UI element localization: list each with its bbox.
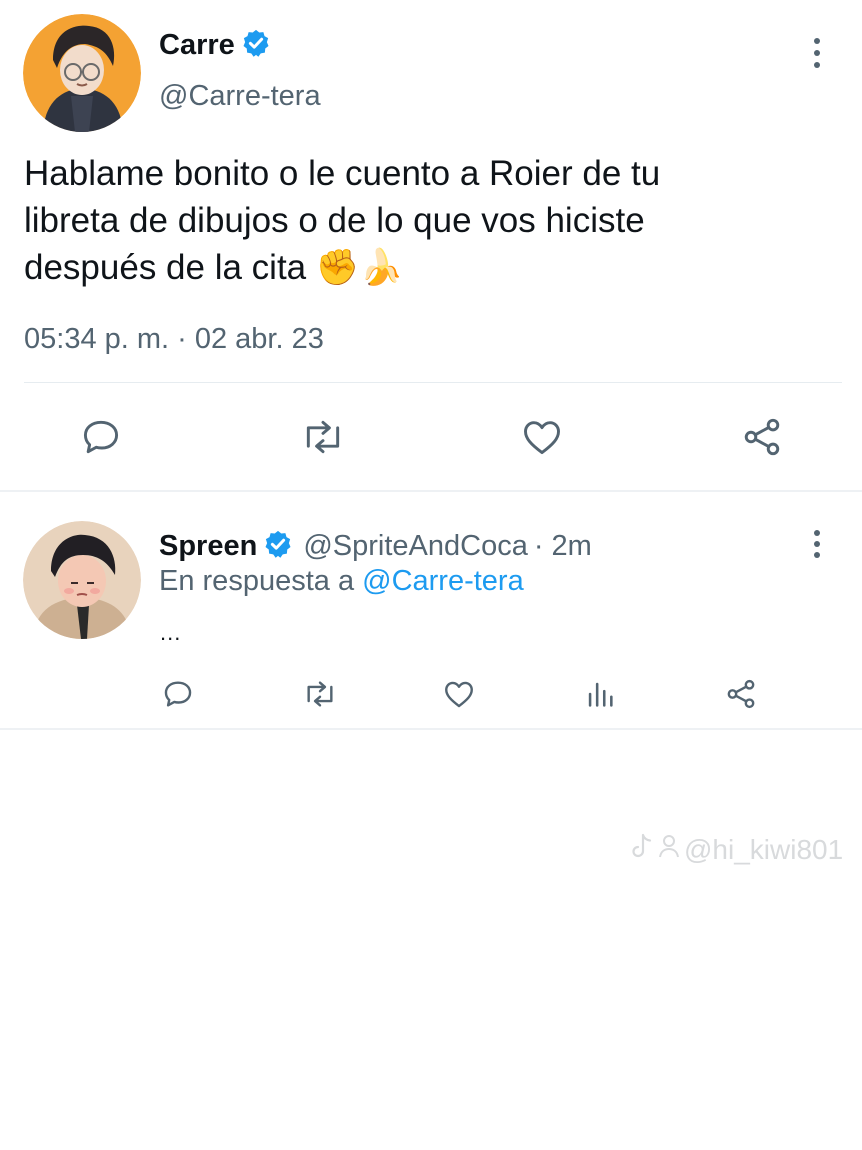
more-options-icon[interactable] [813,38,821,68]
retweet-icon[interactable] [298,414,348,460]
like-icon[interactable] [441,676,477,712]
verified-badge-icon [241,28,271,63]
tweet-text-line-1: Hablame bonito o le cuento a Roier de tu [24,154,661,193]
retweet-icon[interactable] [300,676,340,712]
reply-icon[interactable] [78,414,124,460]
replying-to-prefix: En respuesta a [159,565,355,597]
replying-to-line: En respuesta a @Carre-tera [159,565,524,598]
divider [0,490,862,492]
tweet-text-line-2: libreta de dibujos o de lo que vos hicis… [24,201,645,240]
spreen-author-line[interactable]: Spreen @SpriteAndCoca · 2m [159,529,592,564]
carre-handle[interactable]: @Carre-tera [159,80,321,113]
spreen-handle[interactable]: @SpriteAndCoca [303,530,528,563]
like-icon[interactable] [518,414,566,460]
carre-author-line[interactable]: Carre [159,28,271,63]
tweet-text: Hablame bonito o le cuento a Roier de tu… [24,150,844,291]
reply-icon[interactable] [160,676,196,712]
analytics-icon[interactable] [582,676,618,712]
more-options-icon[interactable] [813,530,821,558]
carre-display-name[interactable]: Carre [159,29,235,62]
spreen-avatar[interactable] [23,521,141,639]
spreen-display-name[interactable]: Spreen [159,530,257,563]
tiktok-logo-icon [630,832,654,867]
reply-tweet-text: ... [160,620,182,645]
watermark-text: @hi_kiwi801 [684,833,844,865]
verified-badge-icon [263,529,293,564]
share-icon[interactable] [723,676,759,712]
divider [24,382,842,383]
carre-avatar[interactable] [23,14,141,132]
tweet-timestamp[interactable]: 05:34 p. m. · 02 abr. 23 [24,323,324,356]
user-icon [658,833,680,866]
watermark: @hi_kiwi801 [630,832,843,867]
divider [0,728,862,730]
tweet-text-line-3: después de la cita ✊🍌 [24,248,404,287]
reply-time-ago: · 2m [533,530,592,562]
share-icon[interactable] [738,414,786,460]
replying-to-handle-link[interactable]: @Carre-tera [362,565,524,597]
